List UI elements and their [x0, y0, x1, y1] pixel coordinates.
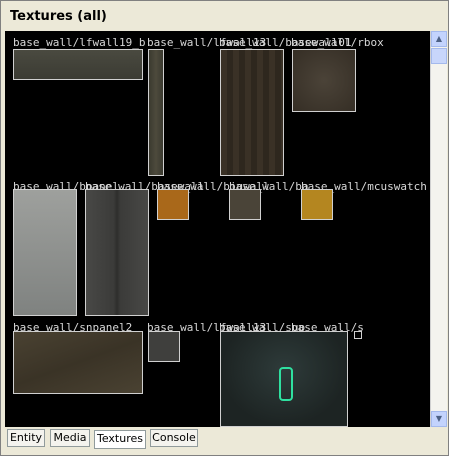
texture-tile[interactable]	[148, 49, 164, 176]
vertical-scrollbar[interactable]: ▲ ▼	[430, 31, 447, 427]
texture-label: base_wall/lfwall19_b	[13, 36, 146, 49]
texture-tile[interactable]	[13, 49, 143, 80]
window-title: Textures (all)	[10, 9, 107, 24]
texture-tile[interactable]	[229, 189, 261, 220]
texture-label: base_wall/rbox	[291, 36, 384, 49]
texture-tile[interactable]	[292, 49, 356, 112]
tab-media[interactable]: Media	[50, 429, 90, 447]
glow-detail	[279, 367, 293, 401]
tab-console[interactable]: Console	[150, 429, 198, 447]
texture-tile[interactable]	[354, 331, 362, 339]
tab-textures[interactable]: Textures	[94, 430, 146, 449]
window-titlebar: Textures (all)	[5, 5, 446, 27]
tab-entity[interactable]: Entity	[7, 429, 45, 447]
texture-browser[interactable]: base_wall/lfwall19_b base_wall/lfwall13 …	[5, 31, 430, 427]
texture-tile[interactable]	[301, 189, 333, 220]
texture-tile[interactable]	[85, 189, 149, 316]
texture-tile[interactable]	[13, 331, 143, 394]
texture-tile[interactable]	[13, 189, 77, 316]
scroll-up-icon[interactable]: ▲	[431, 31, 447, 47]
scroll-thumb[interactable]	[431, 48, 447, 64]
texture-tile[interactable]	[148, 331, 180, 362]
scroll-down-icon[interactable]: ▼	[431, 411, 447, 427]
texture-tile[interactable]	[220, 331, 348, 427]
texture-tile[interactable]	[157, 189, 189, 220]
textures-window: Textures (all) base_wall/lfwall19_b base…	[0, 0, 449, 456]
texture-tile[interactable]	[220, 49, 284, 176]
